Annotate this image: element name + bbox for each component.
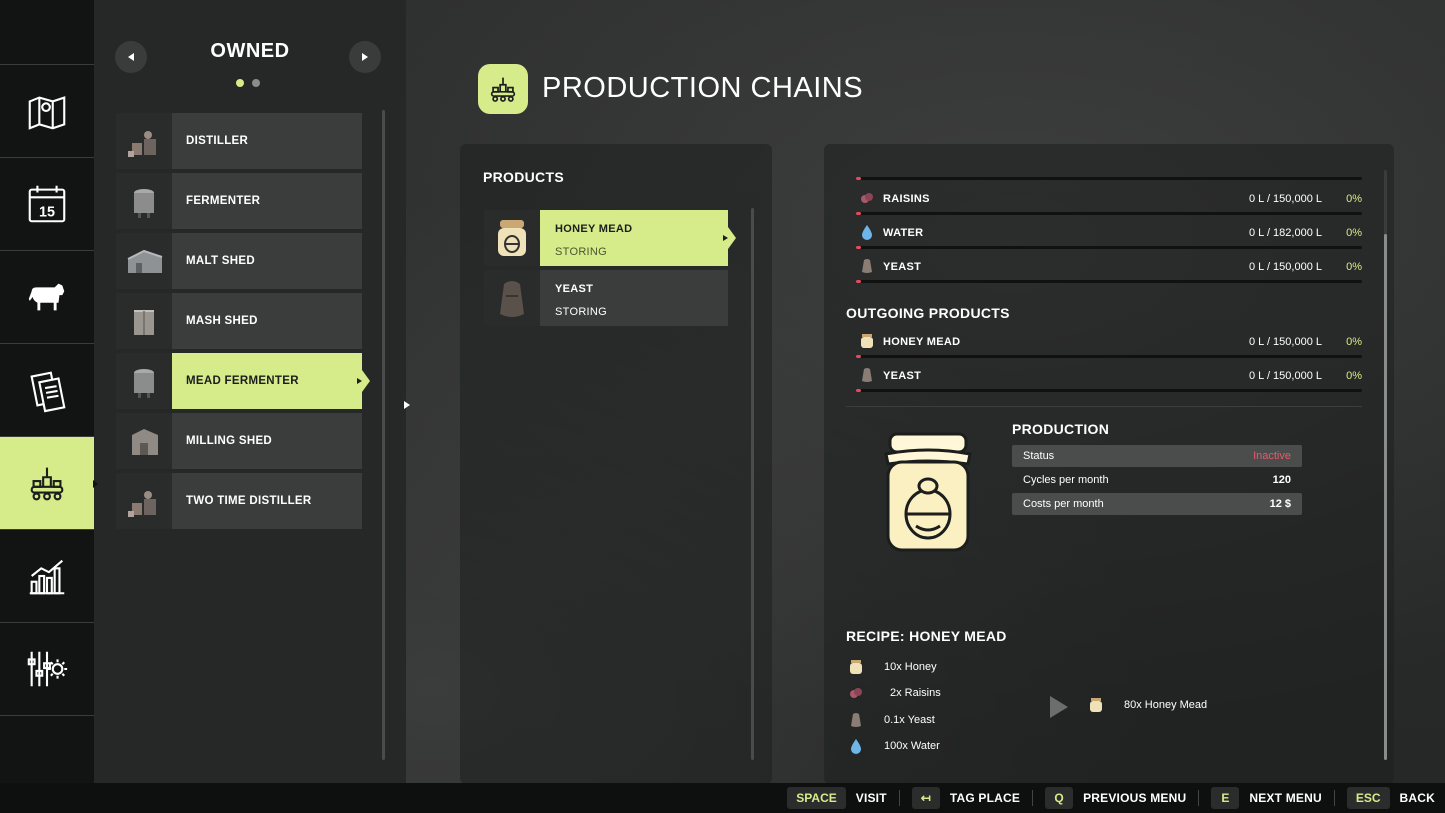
production-title: PRODUCTION xyxy=(1012,421,1110,437)
owned-item-distiller[interactable]: DISTILLER xyxy=(116,113,362,169)
recipe-input-water: 100x Water xyxy=(848,736,940,756)
documents-icon xyxy=(30,371,66,413)
recipe-input-honey: 10x Honey xyxy=(848,657,937,677)
product-item-honey-mead[interactable]: HONEY MEAD STORING xyxy=(484,210,736,266)
page-indicator xyxy=(236,79,260,87)
recipe-input-yeast: 0.1x Yeast xyxy=(848,710,935,730)
mead-fermenter-icon xyxy=(134,369,154,398)
nav-animals[interactable] xyxy=(0,251,94,344)
yeast-sack-icon xyxy=(500,281,524,317)
incoming-row-water: WATER 0 L / 182,000 L 0% xyxy=(856,218,1364,252)
owned-list: DISTILLER FERMENTER MALT SHED MASH SHED … xyxy=(116,113,370,533)
calendar-icon: 15 xyxy=(28,185,66,223)
fill-bar xyxy=(856,280,1362,283)
nav-statistics[interactable] xyxy=(0,530,94,623)
arrow-right-icon xyxy=(362,53,368,61)
production-chains-header-icon xyxy=(478,64,528,114)
honey-mead-icon xyxy=(1090,698,1102,712)
fill-bar xyxy=(856,246,1362,249)
nav-map[interactable] xyxy=(0,65,94,158)
mash-shed-icon xyxy=(134,310,154,335)
recipe-input-raisins: 2x Raisins xyxy=(848,683,941,703)
recipe-output: 80x Honey Mead xyxy=(1088,697,1207,713)
products-panel: PRODUCTS HONEY MEAD STORING YEAST STORIN… xyxy=(460,144,772,784)
hint-next-menu[interactable]: E NEXT MENU xyxy=(1211,787,1322,809)
owned-panel: OWNED DISTILLER FERMENTER MALT SHED MASH… xyxy=(94,0,406,783)
status-row: Status Inactive xyxy=(1012,445,1302,467)
next-page-button[interactable] xyxy=(349,41,381,73)
recipe-title: RECIPE: HONEY MEAD xyxy=(846,628,1007,644)
fill-bar xyxy=(856,212,1362,215)
svg-text:15: 15 xyxy=(39,204,55,220)
incoming-row-raisins: RAISINS 0 L / 150,000 L 0% xyxy=(856,184,1364,218)
bar-chart-icon xyxy=(29,559,65,595)
fill-bar xyxy=(856,355,1362,358)
hint-visit[interactable]: SPACE VISIT xyxy=(787,787,887,809)
owned-item-milling-shed[interactable]: MILLING SHED xyxy=(116,413,362,469)
owned-item-malt-shed[interactable]: MALT SHED xyxy=(116,233,362,289)
fill-bar xyxy=(856,389,1362,392)
outgoing.items-row-honey-mead: HONEY MEAD 0 L / 150,000 L 0% xyxy=(856,327,1364,361)
owned-item-fermenter[interactable]: FERMENTER xyxy=(116,173,362,229)
owned-item-mash-shed[interactable]: MASH SHED xyxy=(116,293,362,349)
input-hints-bar: SPACE VISIT ↤ TAG PLACE Q PREVIOUS MENU … xyxy=(0,783,1445,813)
collapse-arrow-icon[interactable] xyxy=(404,401,410,409)
malt-shed-icon xyxy=(127,249,163,273)
owned-scrollbar[interactable] xyxy=(382,110,385,760)
nav-settings[interactable] xyxy=(0,623,94,716)
status-value: Inactive xyxy=(1253,450,1291,462)
incoming-row-yeast: YEAST 0 L / 150,000 L 0% xyxy=(856,252,1364,286)
hint-back[interactable]: ESC BACK xyxy=(1346,787,1435,809)
selected-arrow-icon xyxy=(357,378,362,384)
production-chain-icon xyxy=(30,467,64,501)
product-item-yeast[interactable]: YEAST STORING xyxy=(484,270,728,326)
milling-shed-icon xyxy=(132,429,158,455)
yeast-icon xyxy=(862,368,872,382)
nav-contracts[interactable] xyxy=(0,344,94,437)
water-drop-icon xyxy=(862,225,872,240)
page-title: PRODUCTION CHAINS xyxy=(542,72,864,104)
outgoing-products-title: OUTGOING PRODUCTS xyxy=(846,305,1010,321)
map-icon xyxy=(28,96,66,130)
cow-icon xyxy=(28,283,65,311)
distiller-icon xyxy=(128,131,156,157)
hint-previous-menu[interactable]: Q PREVIOUS MENU xyxy=(1045,787,1186,809)
hint-tag-place[interactable]: ↤ TAG PLACE xyxy=(911,787,1020,809)
raisins-icon xyxy=(861,193,873,203)
raisins-icon xyxy=(850,688,862,698)
details-panel: RAISINS 0 L / 150,000 L 0% WATER 0 L / 182,0… xyxy=(824,144,1394,784)
nav-production[interactable] xyxy=(0,437,103,530)
owned-item-two-time-distiller[interactable]: TWO TIME DISTILLER xyxy=(116,473,362,529)
storage-row-partial xyxy=(856,149,1364,183)
page-dot-1[interactable] xyxy=(236,79,244,87)
nav-calendar[interactable]: 15 xyxy=(0,158,94,251)
honey-mead-icon xyxy=(861,334,873,348)
two-time-distiller-icon xyxy=(128,491,156,517)
honey-jar-icon xyxy=(498,220,526,256)
recipe-arrow-icon xyxy=(1050,696,1068,718)
yeast-icon xyxy=(851,713,861,727)
fermenter-icon xyxy=(134,189,154,218)
main-nav: 15 xyxy=(0,0,103,783)
costs-row: Costs per month 12 $ xyxy=(1012,493,1302,515)
water-drop-icon xyxy=(851,739,861,754)
products-scrollbar[interactable] xyxy=(751,208,754,760)
settings-icon xyxy=(27,651,68,687)
owned-item-mead-fermenter[interactable]: MEAD FERMENTER xyxy=(116,353,370,409)
products-list: HONEY MEAD STORING YEAST STORING xyxy=(484,210,736,330)
honey-icon xyxy=(850,660,862,674)
yeast-icon xyxy=(862,259,872,273)
cycles-row: Cycles per month 120 xyxy=(1023,474,1291,486)
selected-arrow-icon xyxy=(723,235,728,241)
honey-mead-jar-icon xyxy=(884,432,972,552)
page-dot-2[interactable] xyxy=(252,79,260,87)
outgoing.items-row-yeast: YEAST 0 L / 150,000 L 0% xyxy=(856,361,1364,395)
products-title: PRODUCTS xyxy=(483,169,564,185)
